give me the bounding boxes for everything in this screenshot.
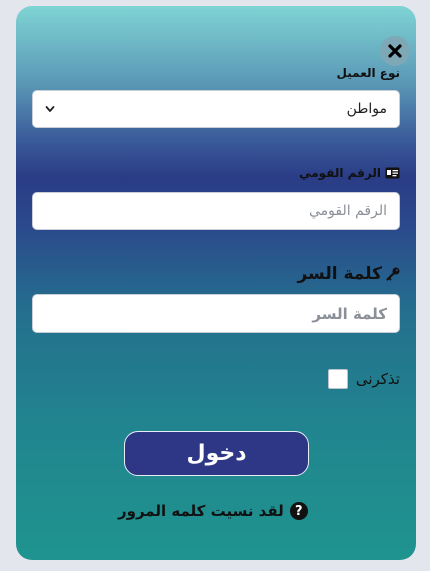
login-panel: نوع العميل مواطن الرقم القومي كلمة السر … bbox=[16, 6, 416, 560]
close-button[interactable] bbox=[380, 36, 410, 66]
customer-type-value: مواطن bbox=[346, 101, 387, 117]
remember-me-checkbox[interactable] bbox=[327, 369, 348, 389]
customer-type-select[interactable]: مواطن bbox=[32, 90, 400, 128]
chevron-down-icon bbox=[45, 106, 55, 112]
login-button[interactable]: دخول bbox=[124, 431, 309, 476]
close-icon bbox=[388, 44, 402, 58]
question-icon: ? bbox=[289, 502, 308, 520]
remember-me-label: تذكرنى bbox=[355, 370, 400, 388]
national-id-input[interactable] bbox=[32, 192, 400, 230]
password-label: كلمة السر bbox=[297, 264, 400, 284]
key-icon bbox=[386, 267, 400, 281]
customer-type-label: نوع العميل bbox=[336, 66, 400, 80]
national-id-label: الرقم القومي bbox=[299, 166, 400, 180]
forgot-password-link[interactable]: ? لقد نسيت كلمه المرور bbox=[118, 502, 308, 520]
forgot-password-label: لقد نسيت كلمه المرور bbox=[118, 502, 284, 520]
remember-me: تذكرنى bbox=[327, 369, 400, 389]
password-input[interactable] bbox=[32, 294, 400, 333]
id-card-icon bbox=[385, 167, 400, 179]
